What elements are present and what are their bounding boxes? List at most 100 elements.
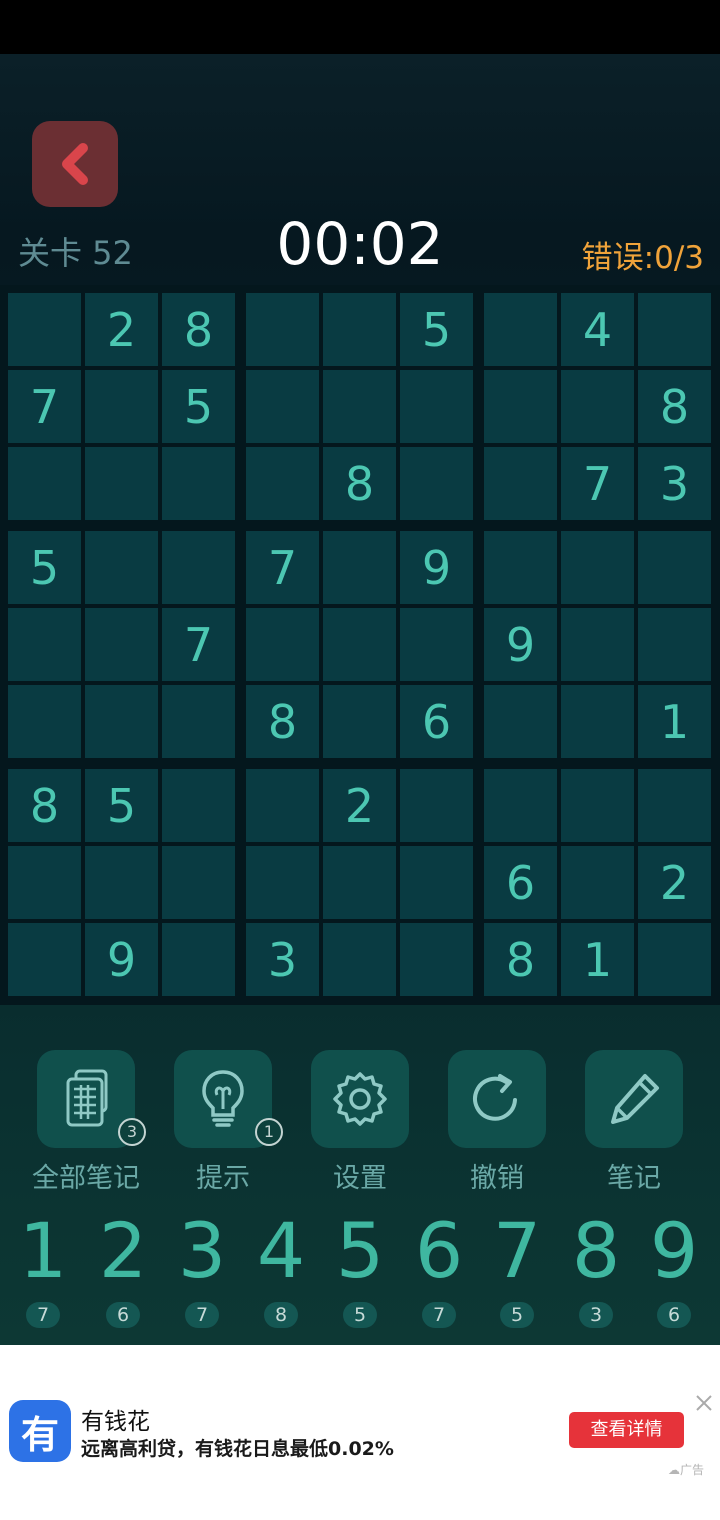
ad-banner[interactable]: 有 有钱花 远离高利贷，有钱花日息最低0.02% 查看详情 ☁广告 <box>0 1345 720 1520</box>
board-cell[interactable] <box>323 685 396 758</box>
board-cell[interactable] <box>85 370 158 443</box>
board-cell[interactable] <box>8 447 81 520</box>
number-key-remaining: 3 <box>579 1302 613 1328</box>
notes-button[interactable]: 笔记 <box>564 1050 704 1195</box>
back-button[interactable] <box>32 121 118 207</box>
board-cell[interactable] <box>162 531 235 604</box>
board-cell[interactable] <box>246 293 319 366</box>
board-cell[interactable]: 1 <box>561 923 634 996</box>
board-cell[interactable]: 8 <box>162 293 235 366</box>
number-key[interactable]: 48 <box>242 1205 320 1328</box>
board-cell[interactable] <box>323 370 396 443</box>
board-cell[interactable]: 9 <box>400 531 473 604</box>
board-cell[interactable] <box>400 608 473 681</box>
board-cell[interactable] <box>8 293 81 366</box>
board-cell[interactable]: 5 <box>8 531 81 604</box>
board-cell[interactable] <box>561 685 634 758</box>
board-cell[interactable] <box>400 923 473 996</box>
board-cell[interactable] <box>8 846 81 919</box>
number-key[interactable]: 37 <box>163 1205 241 1328</box>
board-cell[interactable] <box>246 370 319 443</box>
board-cell[interactable] <box>162 923 235 996</box>
board-cell[interactable] <box>323 531 396 604</box>
board-cell[interactable]: 8 <box>8 769 81 842</box>
board-cell[interactable] <box>400 370 473 443</box>
board-cell[interactable] <box>400 447 473 520</box>
board-cell[interactable] <box>323 293 396 366</box>
number-key[interactable]: 75 <box>478 1205 556 1328</box>
board-cell[interactable] <box>246 608 319 681</box>
board-cell[interactable] <box>638 608 711 681</box>
board-cell[interactable] <box>323 846 396 919</box>
board-cell[interactable]: 6 <box>484 846 557 919</box>
board-cell[interactable] <box>484 531 557 604</box>
board-cell[interactable] <box>85 685 158 758</box>
board-cell[interactable]: 8 <box>323 447 396 520</box>
board-cell[interactable]: 3 <box>246 923 319 996</box>
board-cell[interactable] <box>85 608 158 681</box>
board-cell[interactable] <box>162 846 235 919</box>
board-cell[interactable] <box>400 769 473 842</box>
number-key[interactable]: 26 <box>84 1205 162 1328</box>
ad-view-details-button[interactable]: 查看详情 <box>569 1412 684 1448</box>
board-cell[interactable]: 3 <box>638 447 711 520</box>
board-cell[interactable] <box>561 846 634 919</box>
board-cell[interactable] <box>484 769 557 842</box>
board-cell[interactable] <box>561 769 634 842</box>
number-key[interactable]: 83 <box>557 1205 635 1328</box>
board-cell[interactable] <box>85 846 158 919</box>
board-cell[interactable] <box>162 447 235 520</box>
board-cell[interactable] <box>484 447 557 520</box>
board-cell[interactable] <box>484 370 557 443</box>
board-cell[interactable]: 4 <box>561 293 634 366</box>
board-cell[interactable] <box>323 608 396 681</box>
board-cell[interactable] <box>246 447 319 520</box>
board-cell[interactable]: 5 <box>400 293 473 366</box>
board-cell[interactable] <box>162 769 235 842</box>
board-cell[interactable]: 6 <box>400 685 473 758</box>
board-cell[interactable]: 8 <box>246 685 319 758</box>
number-key[interactable]: 17 <box>4 1205 82 1328</box>
board-cell[interactable] <box>638 531 711 604</box>
board-cell[interactable] <box>484 293 557 366</box>
board-cell[interactable] <box>561 531 634 604</box>
board-cell[interactable] <box>8 685 81 758</box>
board-cell[interactable]: 7 <box>162 608 235 681</box>
board-cell[interactable]: 2 <box>638 846 711 919</box>
board-cell[interactable]: 5 <box>85 769 158 842</box>
board-cell[interactable] <box>246 846 319 919</box>
board-cell[interactable] <box>246 769 319 842</box>
hint-button[interactable]: 1 提示 <box>153 1050 293 1195</box>
board-cell[interactable] <box>638 923 711 996</box>
board-cell[interactable]: 7 <box>246 531 319 604</box>
board-cell[interactable]: 2 <box>323 769 396 842</box>
undo-button[interactable]: 撤销 <box>427 1050 567 1195</box>
board-cell[interactable] <box>323 923 396 996</box>
board-cell[interactable]: 9 <box>85 923 158 996</box>
board-cell[interactable] <box>8 923 81 996</box>
board-cell[interactable] <box>162 685 235 758</box>
board-cell[interactable]: 7 <box>561 447 634 520</box>
board-cell[interactable] <box>561 370 634 443</box>
board-cell[interactable] <box>638 293 711 366</box>
board-cell[interactable] <box>638 769 711 842</box>
board-cell[interactable] <box>8 608 81 681</box>
board-cell[interactable]: 9 <box>484 608 557 681</box>
board-cell[interactable]: 1 <box>638 685 711 758</box>
settings-button[interactable]: 设置 <box>290 1050 430 1195</box>
number-key[interactable]: 96 <box>635 1205 713 1328</box>
all-notes-button[interactable]: 3 全部笔记 <box>16 1050 156 1195</box>
board-cell[interactable] <box>85 531 158 604</box>
board-cell[interactable]: 8 <box>484 923 557 996</box>
board-cell[interactable] <box>85 447 158 520</box>
board-cell[interactable]: 2 <box>85 293 158 366</box>
number-key[interactable]: 67 <box>400 1205 478 1328</box>
board-cell[interactable] <box>484 685 557 758</box>
board-cell[interactable] <box>561 608 634 681</box>
board-cell[interactable]: 8 <box>638 370 711 443</box>
board-cell[interactable] <box>400 846 473 919</box>
board-cell[interactable]: 5 <box>162 370 235 443</box>
close-icon[interactable] <box>694 1393 714 1413</box>
board-cell[interactable]: 7 <box>8 370 81 443</box>
number-key[interactable]: 55 <box>321 1205 399 1328</box>
